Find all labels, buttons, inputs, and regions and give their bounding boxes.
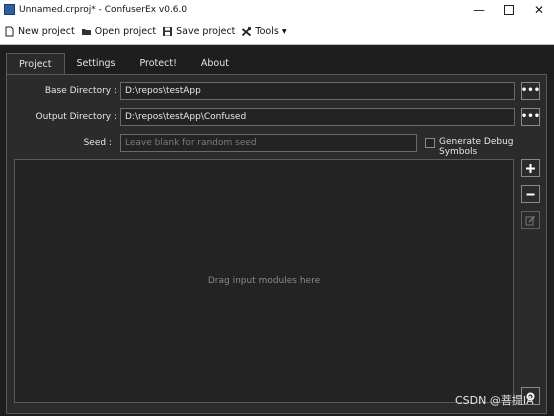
tab-protect[interactable]: Protect!: [127, 53, 188, 74]
tab-about[interactable]: About: [189, 53, 241, 74]
new-file-icon: [5, 26, 14, 37]
toolbar: New project Open project Save project To…: [0, 19, 554, 44]
maximize-button[interactable]: [494, 0, 524, 19]
window-title: Unnamed.crproj* - ConfuserEx v0.6.0: [19, 4, 188, 15]
add-module-button[interactable]: [521, 159, 540, 177]
seed-input[interactable]: [120, 134, 417, 152]
tab-settings[interactable]: Settings: [65, 53, 128, 74]
app-icon: [4, 4, 15, 15]
tools-label: Tools ▾: [255, 26, 287, 37]
save-icon: [163, 27, 173, 36]
plus-icon: [526, 163, 535, 173]
save-project-label: Save project: [176, 26, 236, 37]
tools-menu[interactable]: Tools ▾: [241, 26, 287, 37]
open-project-label: Open project: [94, 26, 157, 37]
debug-symbols-label: Generate Debug Symbols: [439, 137, 514, 157]
browse-base-directory-button[interactable]: •••: [521, 82, 540, 100]
title-bar: Unnamed.crproj* - ConfuserEx v0.6.0 — ✕: [0, 0, 554, 19]
tab-strip: Project Settings Protect! About: [6, 53, 241, 75]
edit-module-button[interactable]: [521, 211, 540, 229]
project-tab-panel: Base Directory : ••• Output Directory : …: [6, 74, 547, 414]
maximize-icon: [504, 4, 514, 15]
new-project-button[interactable]: New project: [4, 26, 75, 37]
output-directory-label: Output Directory :: [35, 112, 118, 122]
close-button[interactable]: ✕: [524, 0, 554, 19]
open-project-button[interactable]: Open project: [81, 26, 156, 37]
module-list[interactable]: Drag input modules here: [14, 159, 514, 403]
remove-module-button[interactable]: [521, 185, 540, 203]
edit-icon: [525, 215, 535, 225]
drop-hint: Drag input modules here: [207, 276, 321, 286]
watermark: CSDN @菩提IA: [455, 394, 534, 407]
debug-symbols-checkbox[interactable]: [425, 138, 435, 148]
folder-icon: [81, 29, 91, 35]
base-directory-label: Base Directory :: [44, 86, 117, 96]
minus-icon: [526, 193, 535, 195]
base-directory-field[interactable]: [120, 82, 515, 100]
output-directory-field[interactable]: [120, 108, 515, 126]
save-project-button[interactable]: Save project: [162, 26, 235, 37]
tools-icon: [242, 26, 252, 37]
seed-label: Seed :: [83, 138, 112, 148]
tab-project[interactable]: Project: [6, 53, 65, 75]
browse-output-directory-button[interactable]: •••: [521, 108, 540, 126]
new-project-label: New project: [18, 26, 75, 37]
main-area: Project Settings Protect! About Base Dir…: [0, 45, 554, 416]
minimize-button[interactable]: —: [464, 0, 494, 19]
